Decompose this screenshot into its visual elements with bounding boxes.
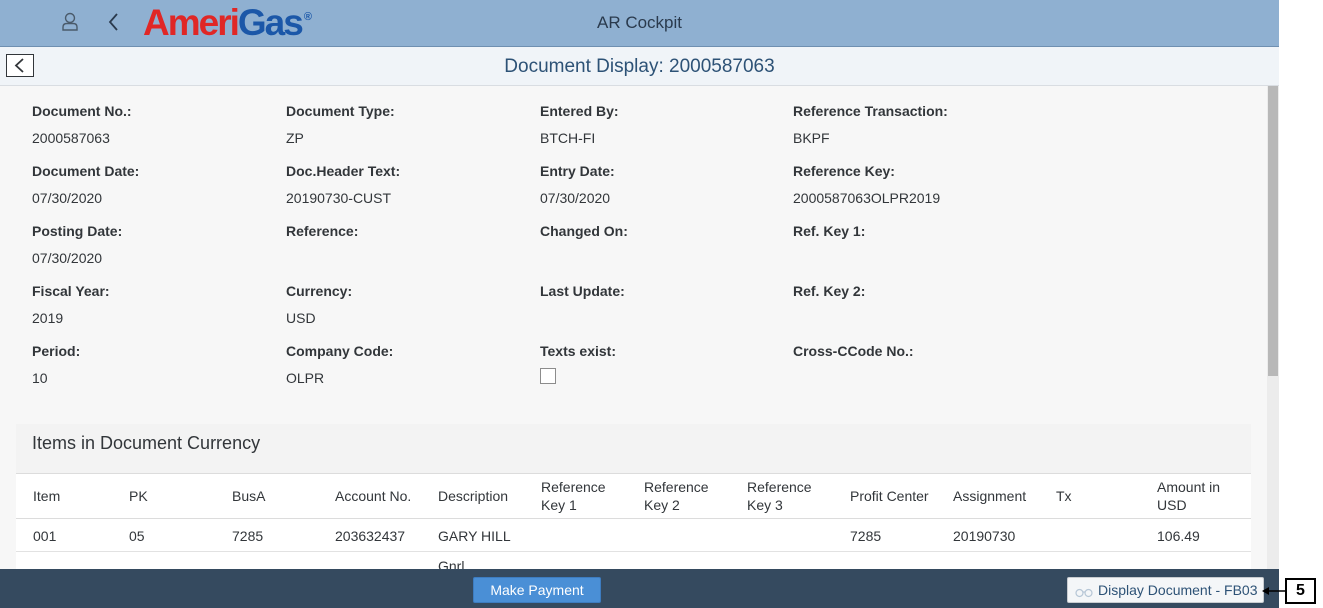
items-table-title: Items in Document Currency (16, 424, 1251, 474)
field-label: Changed On: (540, 223, 628, 239)
footer-toolbar: Make Payment Display Document - FB03 (0, 569, 1279, 608)
field-label: Period: (32, 343, 81, 359)
field-ref-key-2: Ref. Key 2: (793, 283, 865, 310)
field-label: Company Code: (286, 343, 394, 359)
field-value: 2000587063 (32, 130, 110, 146)
field-label: Document Type: (286, 103, 395, 119)
field-document-type: Document Type: ZP (286, 103, 395, 146)
field-value: USD (286, 310, 316, 326)
col-header-account-no: Account No. (335, 488, 412, 504)
field-period: Period: 10 (32, 343, 80, 386)
field-value: 2000587063OLPR2019 (793, 190, 941, 206)
field-fiscal-year: Fiscal Year: 2019 (32, 283, 110, 326)
field-label: Currency: (286, 283, 353, 299)
col-header-profit-center: Profit Center (850, 488, 929, 504)
field-label: Entry Date: (540, 163, 615, 179)
field-value: OLPR (286, 370, 325, 386)
page-subheader: Document Display: 2000587063 (0, 47, 1279, 86)
items-table-panel: Items in Document Currency Item PK BusA … (16, 424, 1251, 569)
field-value: ZP (286, 130, 304, 146)
field-label: Document Date: (32, 163, 140, 179)
callout-badge: 5 (1285, 578, 1316, 604)
field-cross-ccode-no: Cross-CCode No.: (793, 343, 914, 370)
glasses-icon (1075, 588, 1093, 598)
field-reference-transaction: Reference Transaction: BKPF (793, 103, 948, 146)
field-label: Ref. Key 2: (793, 283, 866, 299)
amerigas-logo[interactable]: AmeriGas ® (143, 2, 312, 44)
back-icon[interactable] (104, 11, 124, 33)
field-label: Last Update: (540, 283, 625, 299)
field-label: Reference Key: (793, 163, 895, 179)
shell-header: AmeriGas ® AR Cockpit (0, 0, 1279, 47)
col-header-busa: BusA (232, 488, 266, 504)
nav-back-button[interactable] (6, 54, 34, 77)
field-label: Document No.: (32, 103, 132, 119)
field-label: Reference Transaction: (793, 103, 948, 119)
col-header-reference-key-2: Reference Key 2 (644, 479, 709, 513)
make-payment-button[interactable]: Make Payment (473, 577, 601, 603)
field-value: 20190730-CUST (286, 190, 392, 206)
field-label: Ref. Key 1: (793, 223, 866, 239)
field-posting-date: Posting Date: 07/30/2020 (32, 223, 122, 266)
field-value: 07/30/2020 (32, 250, 103, 266)
col-header-reference-key-3: Reference Key 3 (747, 479, 812, 513)
field-reference-key: Reference Key: 2000587063OLPR2019 (793, 163, 940, 206)
cell-description: GARY HILL (438, 528, 511, 544)
arrow-left-icon (1262, 587, 1286, 595)
vertical-scrollbar[interactable] (1267, 86, 1279, 569)
field-entry-date: Entry Date: 07/30/2020 (540, 163, 615, 206)
field-currency: Currency: USD (286, 283, 352, 326)
field-value: 10 (32, 370, 48, 386)
field-label: Fiscal Year: (32, 283, 110, 299)
col-header-reference-key-1: Reference Key 1 (541, 479, 606, 513)
texts-exist-checkbox[interactable] (540, 368, 556, 384)
user-icon[interactable] (60, 11, 80, 33)
display-document-label: Display Document - FB03 (1098, 582, 1258, 598)
page-title: Document Display: 2000587063 (504, 56, 775, 77)
field-label: Cross-CCode No.: (793, 343, 914, 359)
field-value: 07/30/2020 (32, 190, 103, 206)
field-reference: Reference: (286, 223, 358, 250)
field-value: BKPF (793, 130, 830, 146)
cell-busa: 7285 (232, 528, 264, 544)
chevron-left-icon (14, 58, 24, 73)
field-value: BTCH-FI (540, 130, 596, 146)
field-label: Entered By: (540, 103, 619, 119)
field-value: 07/30/2020 (540, 190, 611, 206)
field-label: Doc.Header Text: (286, 163, 401, 179)
field-company-code: Company Code: OLPR (286, 343, 393, 386)
field-texts-exist: Texts exist: (540, 343, 616, 384)
cell-pk: 05 (129, 528, 145, 544)
field-label: Reference: (286, 223, 359, 239)
display-document-button[interactable]: Display Document - FB03 (1067, 577, 1264, 603)
cell-item: 001 (33, 528, 57, 544)
cell-profit-center: 7285 (850, 528, 882, 544)
field-entered-by: Entered By: BTCH-FI (540, 103, 619, 146)
field-label: Texts exist: (540, 343, 616, 359)
document-content: Document No.: 2000587063 Document Type: … (0, 86, 1267, 569)
field-document-date: Document Date: 07/30/2020 (32, 163, 139, 206)
cell-amount: 106.49 (1157, 528, 1200, 544)
field-changed-on: Changed On: (540, 223, 628, 250)
field-label: Posting Date: (32, 223, 123, 239)
col-header-tx: Tx (1056, 488, 1072, 504)
col-header-assignment: Assignment (953, 488, 1027, 504)
divider (16, 518, 1251, 519)
field-value: 2019 (32, 310, 64, 326)
cell-description: Gnrl (438, 558, 465, 569)
scrollbar-thumb[interactable] (1268, 86, 1278, 376)
field-last-update: Last Update: (540, 283, 625, 310)
field-document-no: Document No.: 2000587063 (32, 103, 132, 146)
col-header-item: Item (33, 488, 61, 504)
field-doc-header-text: Doc.Header Text: 20190730-CUST (286, 163, 400, 206)
field-ref-key-1: Ref. Key 1: (793, 223, 865, 250)
cell-assignment: 20190730 (953, 528, 1016, 544)
col-header-description: Description (438, 488, 509, 504)
col-header-pk: PK (129, 488, 148, 504)
col-header-amount: Amount in USD (1157, 479, 1221, 513)
cell-account-no: 203632437 (335, 528, 406, 544)
divider (16, 551, 1251, 552)
